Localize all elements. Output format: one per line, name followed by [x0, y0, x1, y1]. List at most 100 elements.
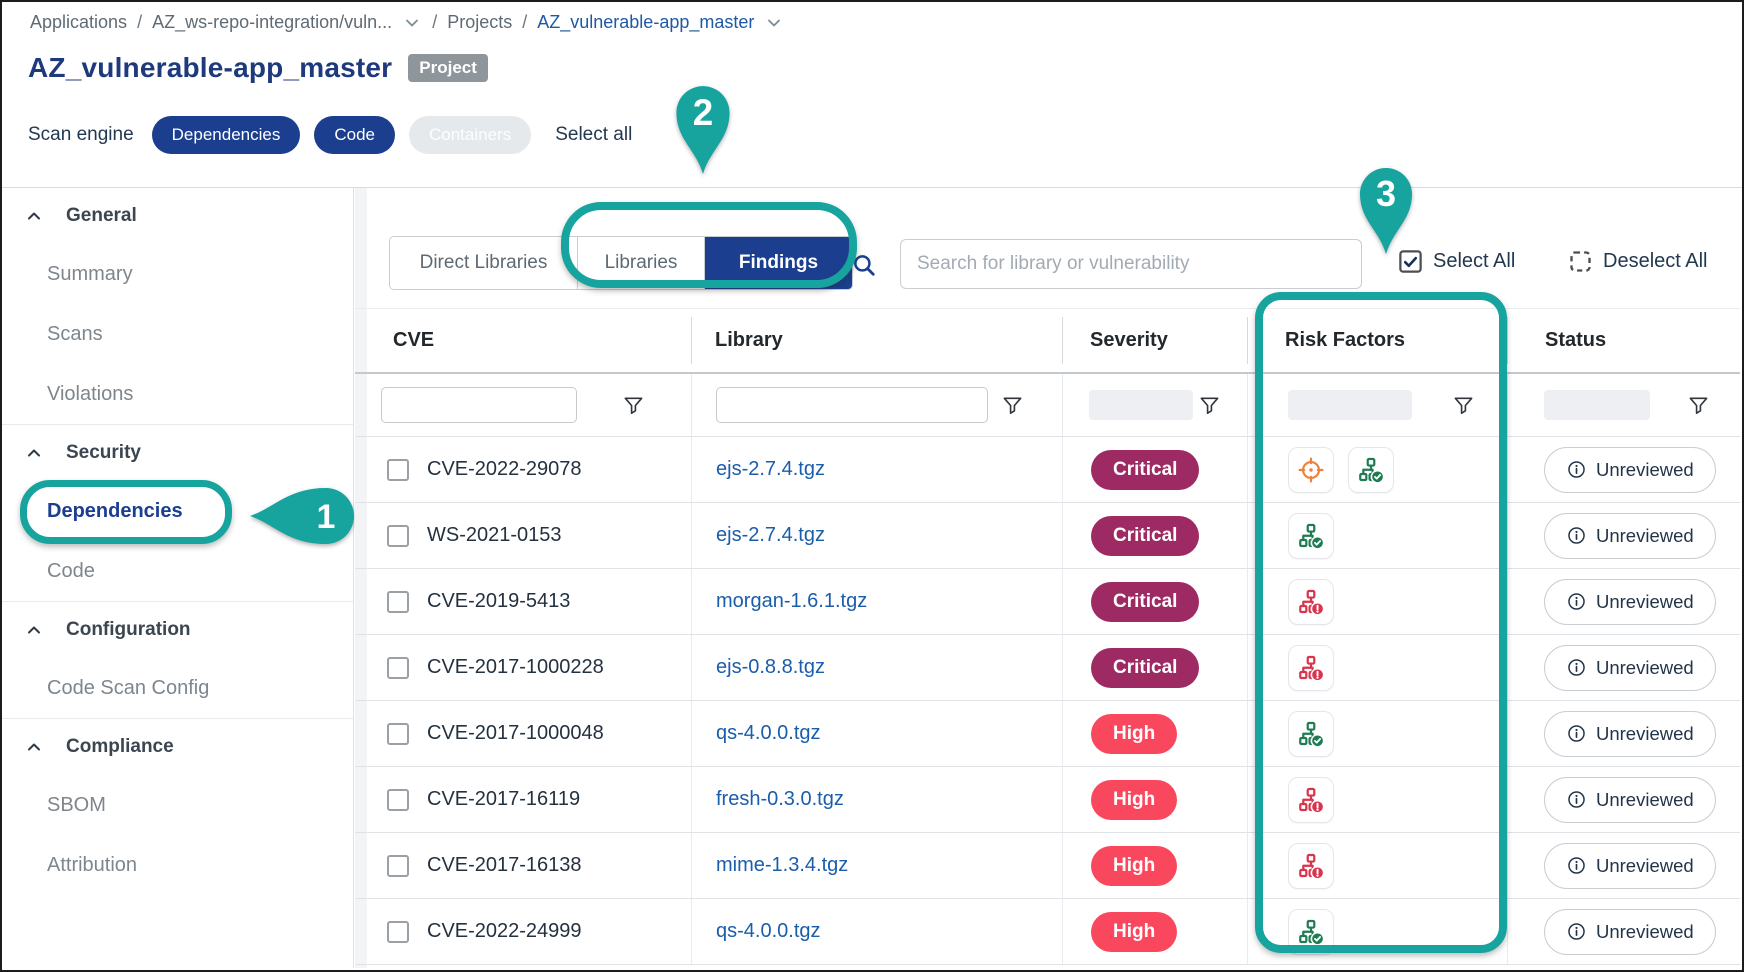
status-button[interactable]: Unreviewed [1544, 711, 1716, 757]
row-checkbox[interactable] [387, 591, 409, 613]
row-checkbox[interactable] [387, 855, 409, 877]
select-all-button[interactable]: Select All [1397, 248, 1515, 275]
risk-factor-dependency-tree-alert-icon [1288, 843, 1334, 889]
cve-id: CVE-2017-16119 [427, 788, 580, 811]
main-content: Direct LibrariesLibrariesFindings Select… [355, 188, 1740, 968]
search-input[interactable] [900, 239, 1362, 289]
sidebar-section-security: Security DependenciesCode [2, 424, 353, 601]
library-link[interactable]: ejs-2.7.4.tgz [716, 458, 825, 481]
status-button[interactable]: Unreviewed [1544, 513, 1716, 559]
severity-filter-disabled [1089, 390, 1193, 420]
table-row: CVE-2017-16138 mime-1.3.4.tgz High Unrev… [355, 833, 1740, 899]
sidebar-item-attribution[interactable]: Attribution [2, 835, 353, 895]
sidebar-item-violations[interactable]: Violations [2, 364, 353, 424]
deselect-all-button[interactable]: Deselect All [1567, 248, 1708, 275]
sidebar-section-header[interactable]: Compliance [2, 719, 353, 775]
breadcrumb: Applications / AZ_ws-repo-integration/vu… [30, 12, 784, 33]
status-button[interactable]: Unreviewed [1544, 447, 1716, 493]
table-row: CVE-2017-1000048 qs-4.0.0.tgz High Unrev… [355, 701, 1740, 767]
sidebar-item-sbom[interactable]: SBOM [2, 775, 353, 835]
info-icon [1566, 855, 1587, 876]
tab-libraries[interactable]: Libraries [577, 237, 704, 289]
info-icon [1566, 789, 1587, 810]
tab-findings[interactable]: Findings [704, 237, 852, 289]
info-icon [1566, 723, 1587, 744]
callout-3-pin: 3 [1352, 160, 1420, 256]
tab-direct-libraries[interactable]: Direct Libraries [390, 237, 577, 289]
chevron-up-icon [24, 737, 44, 757]
engine-code-pill[interactable]: Code [314, 116, 395, 154]
severity-badge: Critical [1091, 516, 1199, 556]
sidebar-section-header[interactable]: Configuration [2, 602, 353, 658]
svg-text:3: 3 [1376, 173, 1396, 214]
breadcrumb-application-selector[interactable]: AZ_ws-repo-integration/vuln... [152, 12, 392, 33]
table-header: CVE Library Severity Risk Factors Status [355, 308, 1740, 372]
breadcrumb-applications[interactable]: Applications [30, 12, 127, 33]
library-filter-funnel-icon[interactable] [1001, 394, 1024, 417]
sidebar-item-scans[interactable]: Scans [2, 304, 353, 364]
risk-factor-target-icon [1288, 447, 1334, 493]
row-checkbox[interactable] [387, 525, 409, 547]
column-header-risk-factors[interactable]: Risk Factors [1247, 309, 1507, 372]
breadcrumb-project-selector[interactable]: AZ_vulnerable-app_master [537, 12, 754, 33]
sidebar-section-header[interactable]: Security [2, 425, 353, 481]
app-window: Applications / AZ_ws-repo-integration/vu… [0, 0, 1744, 972]
status-button[interactable]: Unreviewed [1544, 579, 1716, 625]
column-header-cve[interactable]: CVE [355, 309, 691, 372]
status-button[interactable]: Unreviewed [1544, 909, 1716, 955]
risk-factor-dependency-tree-check-icon [1288, 711, 1334, 757]
library-filter-input[interactable] [716, 387, 988, 423]
library-link[interactable]: ejs-2.7.4.tgz [716, 524, 825, 547]
library-link[interactable]: fresh-0.3.0.tgz [716, 788, 844, 811]
row-checkbox[interactable] [387, 459, 409, 481]
sidebar-item-code[interactable]: Code [2, 541, 353, 601]
cve-id: CVE-2022-24999 [427, 920, 582, 943]
chevron-up-icon [24, 206, 44, 226]
library-link[interactable]: morgan-1.6.1.tgz [716, 590, 867, 613]
engine-dependencies-pill[interactable]: Dependencies [152, 116, 301, 154]
sidebar-section-header[interactable]: General [2, 188, 353, 244]
severity-badge: High [1091, 780, 1177, 820]
library-link[interactable]: mime-1.3.4.tgz [716, 854, 848, 877]
risk-factors-filter-disabled [1288, 390, 1412, 420]
row-checkbox[interactable] [387, 789, 409, 811]
engines-select-all-link[interactable]: Select all [555, 124, 632, 146]
status-button[interactable]: Unreviewed [1544, 645, 1716, 691]
risk-factor-dependency-tree-check-icon [1288, 909, 1334, 955]
risk-factors-filter-funnel-icon[interactable] [1452, 394, 1475, 417]
checkbox-checked-icon [1397, 248, 1424, 275]
sidebar-item-code-scan-config[interactable]: Code Scan Config [2, 658, 353, 718]
project-badge: Project [408, 54, 488, 82]
sidebar-item-summary[interactable]: Summary [2, 244, 353, 304]
info-icon [1566, 525, 1587, 546]
severity-badge: Critical [1091, 450, 1199, 490]
scan-engine-label: Scan engine [28, 124, 134, 146]
chevron-down-icon[interactable] [402, 13, 422, 33]
cve-id: CVE-2017-1000228 [427, 656, 604, 679]
chevron-down-icon[interactable] [764, 13, 784, 33]
cve-filter-input[interactable] [381, 387, 577, 423]
cve-id: CVE-2022-29078 [427, 458, 582, 481]
status-button[interactable]: Unreviewed [1544, 777, 1716, 823]
severity-badge: High [1091, 846, 1177, 886]
table-row: CVE-2022-29078 ejs-2.7.4.tgz Critical Un… [355, 437, 1740, 503]
sidebar-sections: General SummaryScansViolations Security … [2, 188, 353, 895]
severity-filter-funnel-icon[interactable] [1198, 394, 1221, 417]
status-button[interactable]: Unreviewed [1544, 843, 1716, 889]
sidebar-section-configuration: Configuration Code Scan Config [2, 601, 353, 718]
row-checkbox[interactable] [387, 657, 409, 679]
sidebar-item-dependencies[interactable]: Dependencies [2, 481, 353, 541]
column-header-severity[interactable]: Severity [1062, 309, 1247, 372]
status-filter-funnel-icon[interactable] [1687, 394, 1710, 417]
library-link[interactable]: qs-4.0.0.tgz [716, 722, 821, 745]
column-header-library[interactable]: Library [691, 309, 1062, 372]
library-link[interactable]: qs-4.0.0.tgz [716, 920, 821, 943]
library-link[interactable]: ejs-0.8.8.tgz [716, 656, 825, 679]
column-header-status[interactable]: Status [1507, 309, 1740, 372]
cve-id: CVE-2017-1000048 [427, 722, 604, 745]
dashed-square-icon [1567, 248, 1594, 275]
breadcrumb-projects[interactable]: Projects [447, 12, 512, 33]
row-checkbox[interactable] [387, 921, 409, 943]
cve-filter-funnel-icon[interactable] [622, 394, 645, 417]
row-checkbox[interactable] [387, 723, 409, 745]
